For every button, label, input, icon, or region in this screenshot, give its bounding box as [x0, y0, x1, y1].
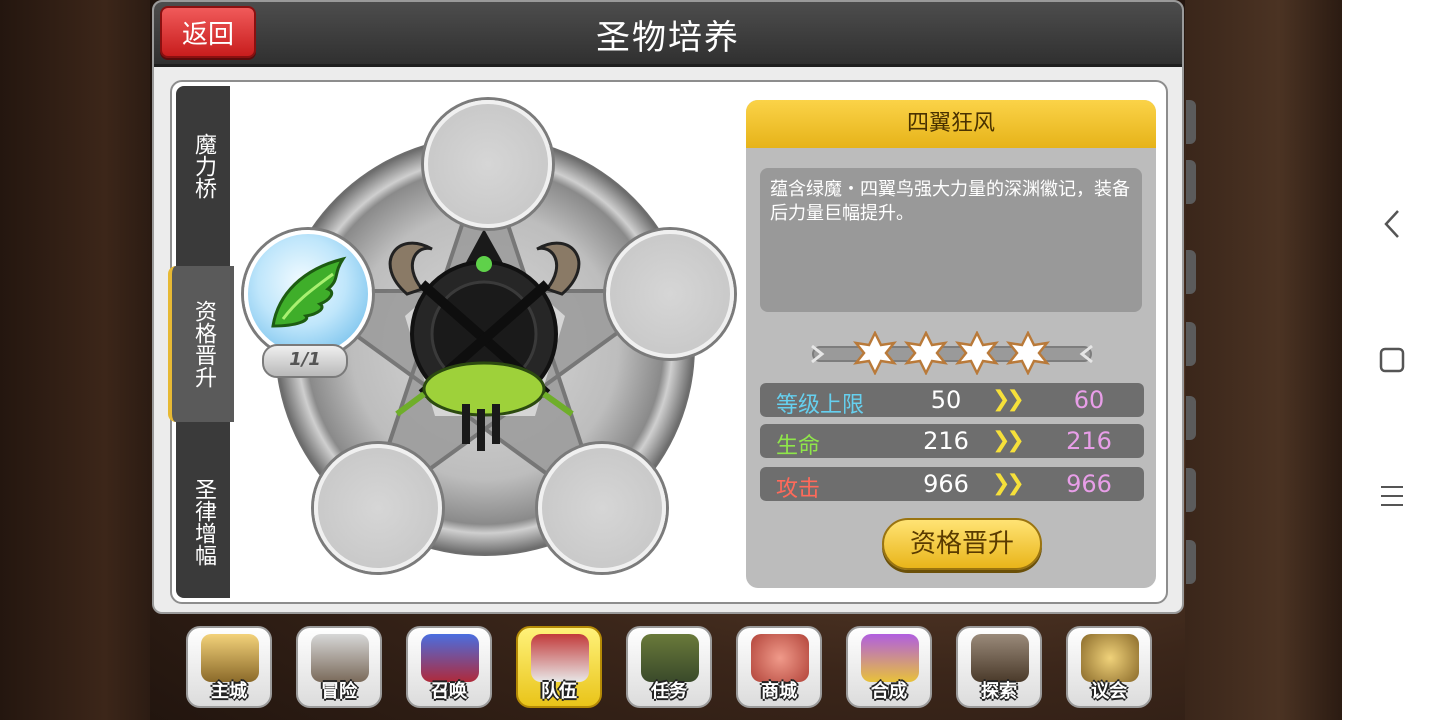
system-navigation-bar — [1342, 0, 1440, 720]
relic-slot-right[interactable] — [606, 230, 734, 358]
star-icon — [954, 330, 1000, 376]
background-window-edge — [1186, 100, 1196, 144]
qualification-promotion-button[interactable]: 资格晋升 — [882, 518, 1042, 570]
winged-crest-icon — [531, 634, 589, 682]
back-icon[interactable] — [1370, 202, 1414, 246]
dock-label: 队伍 — [541, 681, 577, 702]
page-title: 圣物培养 — [596, 18, 740, 58]
relic-slot-bottom-left[interactable] — [314, 444, 442, 572]
star-icon — [903, 330, 949, 376]
dock-item-main-city[interactable]: 主城 — [186, 626, 272, 708]
side-tab-bar: 魔力桥 资格晋升 圣律增幅 — [168, 86, 234, 598]
relic-magic-circle: 1/1 — [232, 94, 742, 574]
stat-row-attack: 攻击 966 ❯❯ 966 — [760, 467, 1144, 502]
stat-current-value: 50 — [930, 386, 962, 414]
dock-label: 合成 — [871, 681, 907, 702]
back-button[interactable]: 返回 — [160, 6, 256, 58]
dock-item-adventure[interactable]: 冒险 — [296, 626, 382, 708]
title-bar: 圣物培养 返回 — [154, 2, 1182, 67]
stat-row-hp: 生命 216 ❯❯ 216 — [760, 424, 1144, 459]
dock-item-summon[interactable]: 召唤 — [406, 626, 492, 708]
star-icon — [852, 330, 898, 376]
background-window-edge — [1186, 160, 1196, 204]
home-square-icon[interactable] — [1370, 338, 1414, 382]
star-rating — [811, 331, 1093, 375]
dock-label: 冒险 — [321, 681, 357, 702]
relic-slot-bottom-right[interactable] — [538, 444, 666, 572]
dock-item-craft[interactable]: 合成 — [846, 626, 932, 708]
double-arrow-icon: ❯❯ — [992, 428, 1025, 453]
dock-label: 商城 — [761, 681, 797, 702]
stat-next-value: 60 — [1073, 386, 1105, 414]
tab-law-amplify[interactable]: 圣律增幅 — [176, 450, 230, 594]
shop-tree-icon — [751, 634, 809, 682]
star-icon — [1005, 330, 1051, 376]
summon-card-icon — [421, 634, 479, 682]
dock-item-shop[interactable]: 商城 — [736, 626, 822, 708]
relic-info-panel: 四翼狂风 蕴含绿魔・四翼鸟强大力量的深渊徽记，装备后力量巨幅提升。 等级上限 5… — [746, 100, 1156, 588]
dock-label: 探索 — [981, 681, 1017, 702]
relic-slot-left-filled[interactable] — [244, 230, 372, 358]
stat-next-value: 966 — [1066, 470, 1112, 498]
stat-current-value: 966 — [923, 470, 969, 498]
double-arrow-icon: ❯❯ — [992, 387, 1025, 412]
menu-lines-icon[interactable] — [1370, 474, 1414, 518]
dock-label: 任务 — [651, 681, 687, 702]
stat-label: 等级上限 — [776, 393, 865, 418]
relic-slot-top[interactable] — [424, 100, 552, 228]
dock-item-team[interactable]: 队伍 — [516, 626, 602, 708]
tab-qualification-promotion[interactable]: 资格晋升 — [168, 266, 234, 422]
green-wing-icon — [271, 256, 347, 328]
relic-description: 蕴含绿魔・四翼鸟强大力量的深渊徽记，装备后力量巨幅提升。 — [760, 168, 1142, 312]
background-window-edge — [1186, 396, 1196, 440]
crown-castle-icon — [201, 634, 259, 682]
dock-item-quest[interactable]: 任务 — [626, 626, 712, 708]
quest-book-icon — [641, 634, 699, 682]
dock-label: 主城 — [211, 681, 247, 702]
pickaxe-shovel-icon — [971, 634, 1029, 682]
tab-magic-bridge[interactable]: 魔力桥 — [176, 106, 230, 226]
stat-label: 生命 — [776, 434, 821, 459]
stat-label: 攻击 — [776, 477, 821, 502]
background-window-edge — [1186, 250, 1196, 294]
background-window-edge — [1186, 322, 1196, 366]
potion-flask-icon — [861, 634, 919, 682]
dock-item-explore[interactable]: 探索 — [956, 626, 1042, 708]
relic-emblem-icon — [388, 229, 581, 451]
background-window-edge — [1186, 540, 1196, 584]
dock-label: 召唤 — [431, 681, 467, 702]
stat-current-value: 216 — [923, 427, 969, 455]
council-emblem-icon — [1081, 634, 1139, 682]
chevron-right-icon — [811, 344, 825, 364]
background-window-edge — [1186, 468, 1196, 512]
relic-count-badge: 1/1 — [262, 344, 348, 378]
dock-label: 议会 — [1091, 681, 1127, 702]
stat-row-level-cap: 等级上限 50 ❯❯ 60 — [760, 383, 1144, 418]
double-arrow-icon: ❯❯ — [992, 471, 1025, 496]
chevron-left-icon — [1079, 344, 1093, 364]
crossed-swords-icon — [311, 634, 369, 682]
dock-item-council[interactable]: 议会 — [1066, 626, 1152, 708]
relic-name: 四翼狂风 — [746, 100, 1156, 148]
stat-next-value: 216 — [1066, 427, 1112, 455]
